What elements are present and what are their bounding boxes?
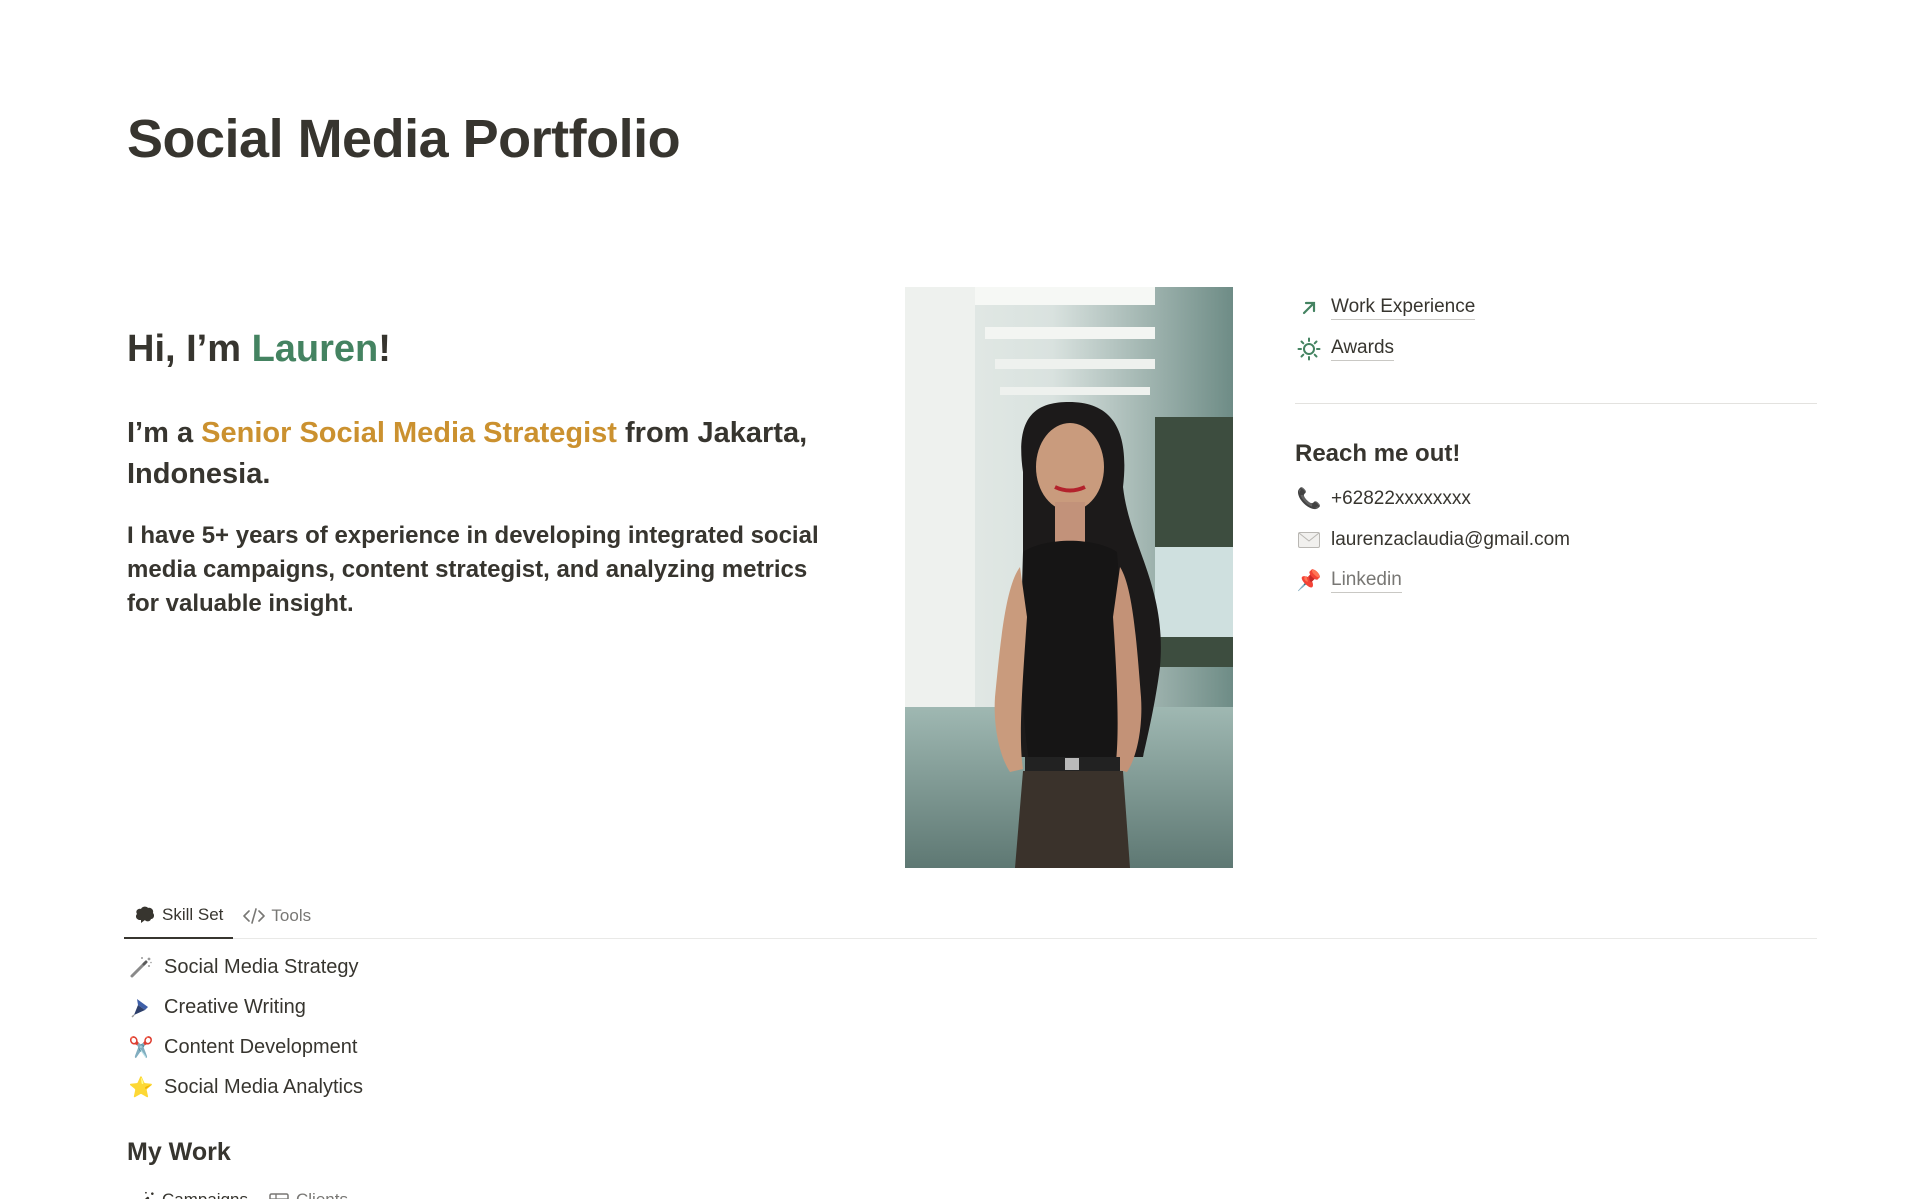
list-item[interactable]: Social Media Strategy: [127, 947, 363, 987]
tab-label: Skill Set: [162, 905, 224, 924]
page-title: Social Media Portfolio: [127, 109, 681, 169]
tab-skill-set[interactable]: Skill Set: [124, 893, 234, 939]
intro-section: Hi, I’m Lauren! I’m a Senior Social Medi…: [127, 328, 827, 621]
tab-label: Campaigns: [162, 1190, 248, 1199]
star-icon: ⭐: [128, 1076, 154, 1099]
tab-tools[interactable]: Tools: [233, 893, 321, 939]
contact-title: Reach me out!: [1295, 440, 1461, 467]
list-item[interactable]: Creative Writing: [127, 987, 363, 1027]
pen-icon: [127, 993, 155, 1021]
code-icon: [243, 905, 266, 927]
envelope-icon: [1295, 526, 1323, 554]
skill-label: Content Development: [164, 1035, 358, 1058]
phone-icon: 📞: [1296, 488, 1322, 510]
profile-photo-illustration: [905, 287, 1233, 868]
link-label: Awards: [1331, 337, 1395, 361]
table-icon: [268, 1190, 290, 1199]
greeting-suffix: !: [378, 328, 391, 370]
skill-label: Social Media Analytics: [164, 1075, 363, 1098]
divider: [1295, 403, 1817, 404]
email-text: laurenzaclaudia@gmail.com: [1331, 528, 1570, 550]
greeting-heading: Hi, I’m Lauren!: [127, 328, 827, 371]
link-work-experience[interactable]: Work Experience: [1295, 287, 1817, 328]
list-item[interactable]: ⭐ Social Media Analytics: [127, 1067, 363, 1107]
skill-label: Creative Writing: [164, 995, 306, 1018]
role-prefix: I’m a: [127, 417, 202, 449]
role-text: I’m a Senior Social Media Strategist fro…: [127, 413, 827, 495]
skill-list: Social Media Strategy Creative Writing ✂…: [127, 947, 363, 1107]
contact-phone: 📞 +62822xxxxxxxx: [1295, 478, 1817, 519]
magic-wand-icon: [127, 953, 155, 981]
sun-icon: [1295, 335, 1323, 363]
magic-wand-icon: [134, 1190, 156, 1199]
my-work-tabs: Campaigns Clients: [124, 1186, 358, 1199]
tab-label: Clients: [296, 1190, 348, 1199]
list-item[interactable]: ✂️ Content Development: [127, 1027, 363, 1067]
tab-clients[interactable]: Clients: [258, 1186, 358, 1199]
greeting-prefix: Hi, I’m: [127, 328, 252, 370]
side-panel: Work Experience Awards Reach me out! 📞 +…: [1295, 287, 1817, 601]
tab-campaigns[interactable]: Campaigns: [124, 1186, 258, 1199]
scissors-icon: ✂️: [128, 1036, 154, 1059]
bio-text: I have 5+ years of experience in develop…: [127, 522, 819, 617]
greeting-name: Lauren: [251, 328, 379, 370]
pushpin-icon: 📌: [1296, 570, 1322, 592]
role-highlight: Senior Social Media Strategist: [201, 417, 617, 449]
skill-tabs: Skill Set Tools: [124, 893, 1817, 939]
link-awards[interactable]: Awards: [1295, 328, 1817, 369]
skill-label: Social Media Strategy: [164, 955, 359, 978]
linkedin-link[interactable]: Linkedin: [1331, 569, 1402, 593]
contact-email[interactable]: laurenzaclaudia@gmail.com: [1295, 519, 1817, 560]
profile-photo: [905, 287, 1233, 868]
link-label: Work Experience: [1331, 296, 1476, 320]
contact-linkedin[interactable]: 📌 Linkedin: [1295, 560, 1817, 601]
brain-icon: [134, 904, 156, 926]
tab-label: Tools: [271, 906, 312, 925]
arrow-up-right-icon: [1295, 294, 1323, 322]
my-work-title: My Work: [127, 1138, 231, 1166]
phone-text: +62822xxxxxxxx: [1331, 487, 1471, 509]
